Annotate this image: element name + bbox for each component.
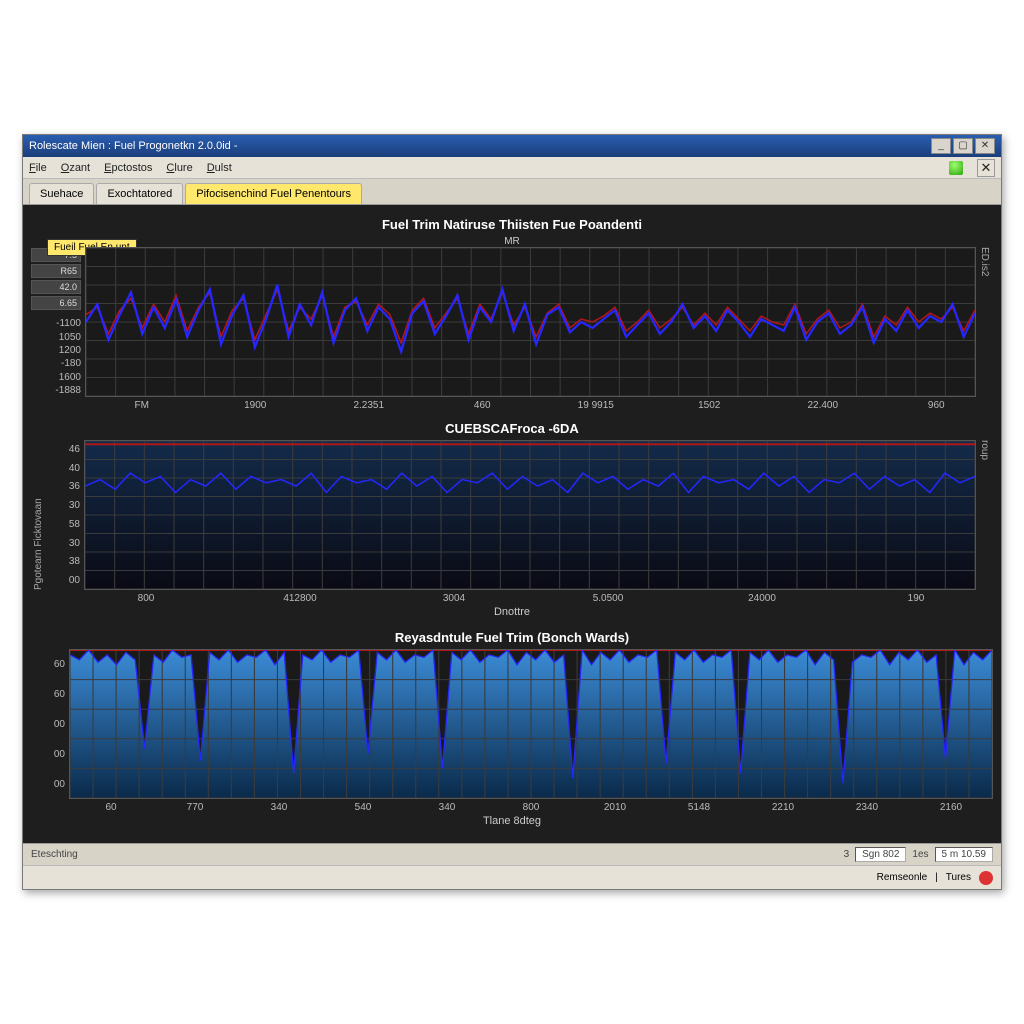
- tab-0[interactable]: Suehace: [29, 183, 94, 204]
- panel-2-y-axis-right: roup: [976, 440, 993, 590]
- titlebar: Rolescate Mien : Fuel Progonetkn 2.0.0id…: [23, 135, 1001, 157]
- tab-1[interactable]: Exochtatored: [96, 183, 183, 204]
- panel-2-y-axis: 46 40 36 30 58 30 38 00: [46, 440, 84, 590]
- panel-2-plot[interactable]: [84, 440, 976, 590]
- plot-area: Fuel Trim Natiruse Thiisten Fue Poandent…: [23, 205, 1001, 843]
- statusbar: Eteschting 3 Sgn 802 1es 5 m 10.59: [23, 843, 1001, 865]
- panel-1-y-axis-right: ED.is2: [976, 247, 993, 397]
- panel-2-x-sublabel: Dnottre: [31, 606, 993, 622]
- status-field-2: 5 m 10.59: [935, 847, 993, 862]
- panel-1: Fuel Trim Natiruse Thiisten Fue Poandent…: [31, 213, 993, 413]
- panel-1-title: Fuel Trim Natiruse Thiisten Fue Poandent…: [31, 213, 993, 236]
- panel-1-subtitle: MR: [31, 236, 993, 247]
- panel-3: Reyasdntule Fuel Trim (Bonch Wards) 60 6…: [31, 626, 993, 831]
- panel-3-y-axis: 60 60 00 00 00: [31, 649, 69, 799]
- panel-1-plot[interactable]: [85, 247, 976, 397]
- menu-dulst[interactable]: Dulst: [207, 162, 232, 174]
- panel-3-title: Reyasdntule Fuel Trim (Bonch Wards): [31, 626, 993, 649]
- app-window: Rolescate Mien : Fuel Progonetkn 2.0.0id…: [22, 134, 1002, 890]
- maximize-button[interactable]: ▢: [953, 138, 973, 154]
- menu-epctostos[interactable]: Epctostos: [104, 162, 152, 174]
- panel-close-button[interactable]: ✕: [977, 159, 995, 177]
- panel-3-x-axis: 60 770 340 540 340 800 2010 5148 2210 23…: [31, 799, 993, 815]
- tab-2[interactable]: Pifocisenchind Fuel Penentours: [185, 183, 362, 204]
- panel-2-title: CUEBSCAFroca -6DA: [31, 417, 993, 440]
- panel-3-plot[interactable]: [69, 649, 993, 799]
- status-text: Eteschting: [31, 849, 78, 860]
- footer-close-icon[interactable]: [979, 871, 993, 885]
- status-field-1: Sgn 802: [855, 847, 906, 862]
- shield-icon: [949, 161, 963, 175]
- panel-2: CUEBSCAFroca -6DA Pgotearn Ficktovaan 46…: [31, 417, 993, 622]
- footer-button-2[interactable]: Tures: [946, 872, 971, 883]
- panel-3-x-sublabel: Tlane 8dteg: [31, 815, 993, 831]
- menu-clure[interactable]: Clure: [166, 162, 192, 174]
- footerbar: Remseonle | Tures: [23, 865, 1001, 889]
- close-button[interactable]: ✕: [975, 138, 995, 154]
- minimize-button[interactable]: _: [931, 138, 951, 154]
- menubar: File Ozant Epctostos Clure Dulst ✕: [23, 157, 1001, 179]
- tabbar: Suehace Exochtatored Pifocisenchind Fuel…: [23, 179, 1001, 205]
- window-title: Rolescate Mien : Fuel Progonetkn 2.0.0id…: [29, 140, 238, 152]
- panel-2-y-label: Pgotearn Ficktovaan: [31, 440, 46, 590]
- panel-1-y-axis: 7.5 R65 42.0 6.65 -1100 1050 1200 -180 1…: [31, 247, 85, 397]
- menu-file[interactable]: File: [29, 162, 47, 174]
- menu-ozant[interactable]: Ozant: [61, 162, 90, 174]
- window-controls: _ ▢ ✕: [931, 138, 995, 154]
- panel-1-x-axis: FM 1900 2.2351 460 19 9915 1502 22.400 9…: [31, 397, 993, 413]
- footer-button-1[interactable]: Remseonle: [877, 872, 928, 883]
- panel-1-legend: 7.5 R65 42.0 6.65: [31, 248, 81, 310]
- panel-2-x-axis: 800 412800 3004 5.0500 24000 190: [31, 590, 993, 606]
